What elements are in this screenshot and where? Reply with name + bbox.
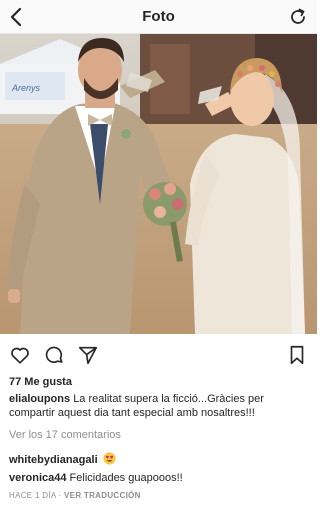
comment-item: veronica44 Felicidades guapooos!! <box>9 472 183 484</box>
heart-eyes-emoji-icon <box>103 452 116 465</box>
post-caption: elialoupons La realitat supera la ficció… <box>9 392 311 420</box>
banner-text: Arenys <box>11 83 41 93</box>
caption-author[interactable]: elialoupons <box>9 393 70 405</box>
post-meta: HACE 1 DÍA · VER TRADUCCIÓN <box>9 491 141 500</box>
likes-count[interactable]: 77 Me gusta <box>9 376 72 388</box>
comment-author[interactable]: veronica44 <box>9 472 66 484</box>
refresh-icon <box>291 8 305 24</box>
view-all-comments-link[interactable]: Ver los 17 comentarios <box>9 429 121 441</box>
comment-item: whitebydianagali <box>9 452 116 466</box>
like-button[interactable] <box>9 344 31 366</box>
page-title: Foto <box>142 8 175 25</box>
post-photo[interactable]: Arenys <box>0 34 317 334</box>
comment-author[interactable]: whitebydianagali <box>9 454 98 466</box>
comment-text: Felicidades guapooos!! <box>69 472 183 484</box>
meta-separator: · <box>58 491 62 500</box>
save-button[interactable] <box>286 344 308 366</box>
share-button[interactable] <box>77 344 99 366</box>
top-bar: Foto <box>0 0 317 34</box>
post-time: HACE 1 DÍA <box>9 491 57 500</box>
see-translation-link[interactable]: VER TRADUCCIÓN <box>64 491 141 500</box>
wedding-photo-illustration: Arenys <box>0 34 317 334</box>
bookmark-icon <box>290 345 304 365</box>
refresh-button[interactable] <box>287 6 309 28</box>
send-icon <box>78 346 98 365</box>
comment-icon <box>45 346 63 363</box>
heart-icon <box>11 347 29 364</box>
comment-button[interactable] <box>43 344 65 366</box>
bride-figure <box>185 58 305 334</box>
action-bar <box>0 340 317 370</box>
